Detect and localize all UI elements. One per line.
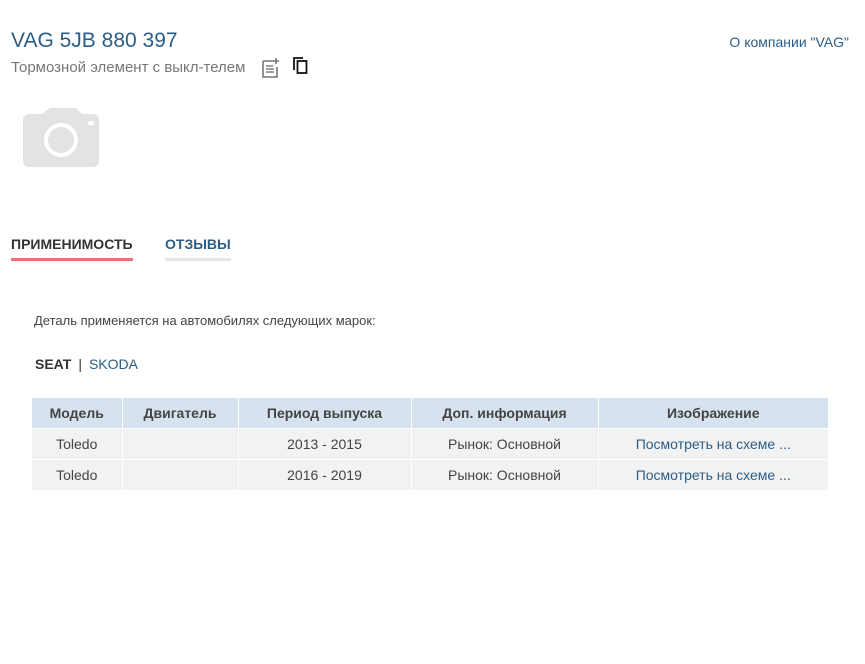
cell-engine [122, 428, 239, 460]
column-header-engine: Двигатель [122, 398, 239, 429]
cell-engine [122, 459, 239, 490]
camera-placeholder-icon [22, 106, 100, 168]
cell-info: Рынок: Основной [411, 459, 599, 490]
cell-image: Посмотреть на схеме ... [598, 428, 828, 460]
column-header-image: Изображение [598, 398, 828, 429]
applicability-intro: Деталь применяется на автомобилях следую… [34, 313, 376, 328]
applicability-table: Модель Двигатель Период выпуска Доп. инф… [32, 398, 828, 490]
column-header-info: Доп. информация [411, 398, 599, 429]
company-info-link[interactable]: О компании "VAG" [729, 34, 849, 50]
brand-seat[interactable]: SEAT [35, 356, 71, 372]
view-scheme-link[interactable]: Посмотреть на схеме ... [636, 467, 791, 483]
tab-applicability[interactable]: ПРИМЕНИМОСТЬ [11, 236, 133, 261]
part-description: Тормозной элемент с выкл-телем [11, 59, 246, 76]
brand-skoda[interactable]: SKODA [89, 356, 138, 372]
cell-info: Рынок: Основной [411, 428, 599, 460]
cell-period: 2016 - 2019 [238, 459, 412, 490]
part-title: VAG 5JB 880 397 [11, 29, 178, 52]
column-header-model: Модель [32, 398, 123, 429]
brand-list: SEAT | SKODA [35, 356, 138, 372]
view-scheme-link[interactable]: Посмотреть на схеме ... [636, 436, 791, 452]
copy-icon[interactable] [291, 55, 311, 77]
table-row: Toledo 2016 - 2019 Рынок: Основной Посмо… [32, 459, 828, 490]
cell-period: 2013 - 2015 [238, 428, 412, 460]
column-header-period: Период выпуска [238, 398, 412, 429]
table-header-row: Модель Двигатель Период выпуска Доп. инф… [32, 398, 828, 429]
brand-separator: | [78, 356, 82, 372]
tab-reviews[interactable]: ОТЗЫВЫ [165, 236, 231, 261]
note-add-icon[interactable] [261, 57, 281, 79]
cell-image: Посмотреть на схеме ... [598, 459, 828, 490]
table-row: Toledo 2013 - 2015 Рынок: Основной Посмо… [32, 428, 828, 460]
cell-model: Toledo [32, 459, 123, 490]
cell-model: Toledo [32, 428, 123, 460]
